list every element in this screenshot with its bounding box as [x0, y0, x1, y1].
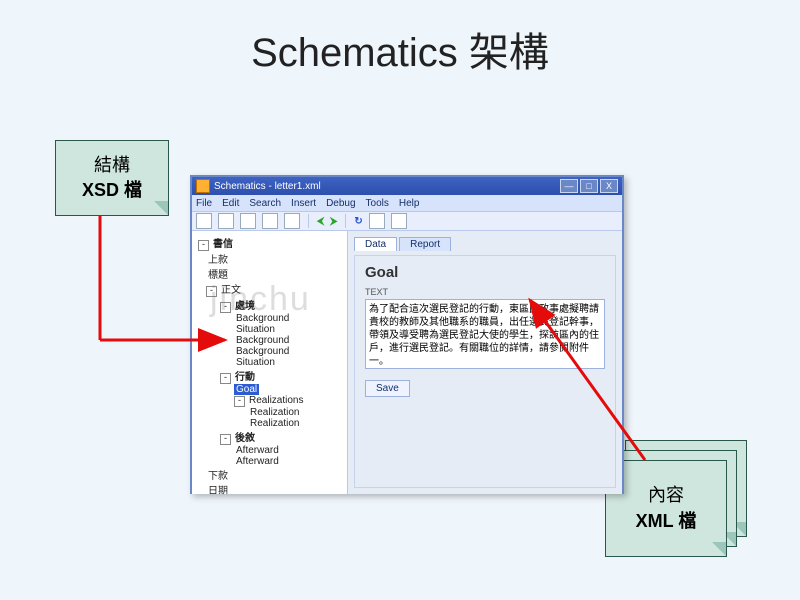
menu-search[interactable]: Search: [249, 198, 281, 209]
tree-label: Realization: [248, 407, 301, 418]
tree-expand-icon[interactable]: -: [198, 240, 209, 251]
tree-node[interactable]: Afterward: [192, 456, 347, 467]
menu-help[interactable]: Help: [399, 198, 420, 209]
tree-label: 處境: [233, 297, 257, 312]
toolbar-forward-icon[interactable]: ⮞: [330, 216, 337, 227]
tab-report[interactable]: Report: [399, 237, 451, 251]
toolbar-separator: [345, 214, 346, 228]
tab-data[interactable]: Data: [354, 237, 397, 251]
tree-label: Realizations: [247, 395, 305, 406]
window-minimize-button[interactable]: —: [560, 179, 578, 193]
tree-label: 書信: [211, 235, 235, 250]
tree-node[interactable]: 下款: [192, 467, 347, 482]
tree-node[interactable]: Background: [192, 346, 347, 357]
tree-node[interactable]: Situation: [192, 357, 347, 368]
tree-label: Afterward: [234, 456, 281, 467]
tree-label: 後敘: [233, 429, 257, 444]
toolbar: ⮜ ⮞ ↻: [192, 211, 622, 231]
tree-node[interactable]: Realization: [192, 407, 347, 418]
toolbar-misc-icon[interactable]: [369, 213, 385, 229]
tree-label: Situation: [234, 357, 277, 368]
note-xml-line1: 內容: [636, 483, 697, 508]
tree-label: Realization: [248, 418, 301, 429]
toolbar-new-icon[interactable]: [196, 213, 212, 229]
toolbar-refresh-icon[interactable]: ↻: [354, 216, 362, 227]
app-logo-icon: [196, 179, 210, 193]
tree-label: Goal: [234, 384, 259, 395]
tree-node[interactable]: -Realizations: [192, 395, 347, 407]
menu-file[interactable]: File: [196, 198, 212, 209]
toolbar-open-icon[interactable]: [218, 213, 234, 229]
menubar: File Edit Search Insert Debug Tools Help: [192, 195, 622, 211]
slide-title: Schematics 架構: [0, 20, 800, 78]
tree-label: Background: [234, 313, 291, 324]
field-label-text: TEXT: [365, 287, 605, 297]
tree-expand-icon[interactable]: -: [220, 434, 231, 445]
tree-expand-icon[interactable]: -: [220, 302, 231, 313]
tree-label: 行動: [233, 368, 257, 383]
menu-debug[interactable]: Debug: [326, 198, 355, 209]
tree-node[interactable]: 標題: [192, 266, 347, 281]
menu-tools[interactable]: Tools: [366, 198, 389, 209]
menu-edit[interactable]: Edit: [222, 198, 239, 209]
window-titlebar[interactable]: Schematics - letter1.xml — □ X: [192, 177, 622, 195]
toolbar-misc-icon[interactable]: [391, 213, 407, 229]
tree-node[interactable]: Goal: [192, 384, 347, 395]
menu-insert[interactable]: Insert: [291, 198, 316, 209]
window-title: Schematics - letter1.xml: [214, 181, 321, 192]
text-field[interactable]: [365, 299, 605, 369]
note-xsd-line1: 結構: [72, 153, 152, 178]
note-xml-line2: XML 檔: [636, 509, 697, 534]
tree-node[interactable]: -正文: [192, 281, 347, 297]
app-window: Schematics - letter1.xml — □ X File Edit…: [190, 175, 624, 494]
note-xsd-line2: XSD 檔: [72, 178, 152, 203]
tree-node[interactable]: Background: [192, 335, 347, 346]
panel-heading: Goal: [365, 264, 605, 281]
tree-expand-icon[interactable]: -: [220, 373, 231, 384]
tree-node[interactable]: -書信: [192, 235, 347, 251]
tree-node[interactable]: Realization: [192, 418, 347, 429]
tree-label: Background: [234, 335, 291, 346]
window-close-button[interactable]: X: [600, 179, 618, 193]
tree-node[interactable]: Afterward: [192, 445, 347, 456]
tree-label: 日期: [206, 482, 230, 494]
note-xml-stack: 內容 XML 檔: [605, 440, 745, 560]
tree-label: 下款: [206, 467, 230, 482]
note-xsd: 結構 XSD 檔: [55, 140, 169, 216]
tree-view[interactable]: -書信上款標題-正文-處境BackgroundSituationBackgrou…: [192, 231, 348, 494]
tree-node[interactable]: 日期: [192, 482, 347, 494]
tree-expand-icon[interactable]: -: [234, 396, 245, 407]
save-button[interactable]: Save: [365, 380, 410, 397]
tree-label: Background: [234, 346, 291, 357]
tree-label: 正文: [219, 281, 243, 296]
detail-panel: Goal TEXT Save: [354, 255, 616, 488]
toolbar-separator: [308, 214, 309, 228]
tree-node[interactable]: -行動: [192, 368, 347, 384]
tree-label: 上款: [206, 251, 230, 266]
tree-label: Afterward: [234, 445, 281, 456]
window-maximize-button[interactable]: □: [580, 179, 598, 193]
toolbar-save-icon[interactable]: [240, 213, 256, 229]
tree-node[interactable]: Situation: [192, 324, 347, 335]
toolbar-print-icon[interactable]: [262, 213, 278, 229]
detail-tabs: Data Report: [354, 237, 616, 251]
toolbar-back-icon[interactable]: ⮜: [317, 216, 324, 227]
tree-node[interactable]: -處境: [192, 297, 347, 313]
toolbar-delete-icon[interactable]: [284, 213, 300, 229]
tree-label: 標題: [206, 266, 230, 281]
tree-label: Situation: [234, 324, 277, 335]
tree-node[interactable]: Background: [192, 313, 347, 324]
tree-expand-icon[interactable]: -: [206, 286, 217, 297]
tree-node[interactable]: -後敘: [192, 429, 347, 445]
tree-node[interactable]: 上款: [192, 251, 347, 266]
